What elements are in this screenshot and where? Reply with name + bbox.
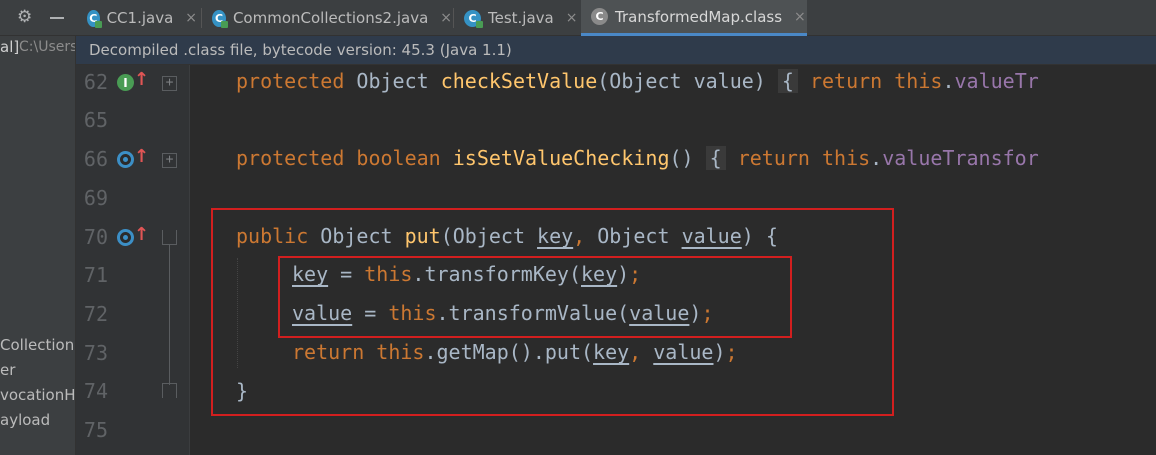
code-token: Object <box>356 69 441 93</box>
code-token: . <box>870 146 883 170</box>
tree-item[interactable]: ayload <box>0 411 50 429</box>
overrides-arrow-icon[interactable]: ↑ <box>134 224 149 245</box>
code-line-62[interactable]: protected Object checkSetValue(Object va… <box>236 69 1039 93</box>
decompiled-banner: Decompiled .class file, bytecode version… <box>76 36 1156 65</box>
code-token: this <box>894 69 943 93</box>
line-number: 72 <box>83 302 108 326</box>
minus-icon[interactable] <box>50 17 64 19</box>
tab-test[interactable]: C Test.java × <box>454 0 580 36</box>
close-icon[interactable]: × <box>794 9 806 25</box>
tab-label: Test.java <box>488 9 554 27</box>
java-class-icon: C <box>212 9 228 28</box>
fold-expand-icon[interactable]: + <box>162 76 177 91</box>
tab-label: CC1.java <box>106 9 174 27</box>
editor-tab-bar: ⚙ C CC1.java × C CommonCollections2.java… <box>0 0 1156 36</box>
fold-collapse-icon[interactable] <box>162 230 177 245</box>
project-panel: al] C:\Users Collections. er vocationH a… <box>0 36 76 455</box>
code-token: valueTransfor <box>882 146 1039 170</box>
overridden-method-icon[interactable] <box>117 151 134 168</box>
close-icon[interactable]: × <box>185 10 197 26</box>
tab-label: CommonCollections2.java <box>232 9 429 27</box>
code-token: () <box>669 146 706 170</box>
folded-brace[interactable]: { <box>777 69 798 93</box>
tree-item[interactable]: Collections. <box>0 336 75 354</box>
class-file-icon: C <box>591 8 608 25</box>
java-class-icon: C <box>87 9 102 28</box>
folded-brace[interactable]: { <box>705 146 726 170</box>
banner-text: Decompiled .class file, bytecode version… <box>89 41 512 59</box>
fold-end-icon[interactable] <box>162 383 177 398</box>
code-token: return <box>797 69 895 93</box>
overrides-arrow-icon[interactable]: ↑ <box>134 69 149 90</box>
editor-gutter: 62 65 66 69 70 71 72 73 74 75 I ↑ + ↑ + … <box>76 65 190 455</box>
fold-expand-icon[interactable]: + <box>162 153 177 168</box>
close-icon[interactable]: × <box>566 10 578 26</box>
line-number: 66 <box>83 147 108 171</box>
line-number: 65 <box>83 108 108 132</box>
code-token: . <box>942 69 955 93</box>
gear-icon[interactable]: ⚙ <box>17 7 32 27</box>
overrides-arrow-icon[interactable]: ↑ <box>134 146 149 167</box>
project-root-path: C:\Users <box>19 39 76 55</box>
tab-cc1[interactable]: C CC1.java × <box>77 0 197 36</box>
java-class-icon: C <box>464 9 483 28</box>
fold-guide <box>169 245 170 385</box>
code-token: isSetValueChecking <box>452 146 670 170</box>
code-token: checkSetValue <box>440 69 598 93</box>
overridden-method-icon[interactable] <box>117 229 134 246</box>
code-token: return <box>725 146 822 170</box>
code-token: this <box>822 146 871 170</box>
line-number: 62 <box>83 70 108 94</box>
code-token: (Object value) <box>597 69 778 93</box>
project-root-label[interactable]: al] <box>0 38 19 56</box>
line-number: 71 <box>83 263 108 287</box>
tool-window-header: ⚙ <box>0 0 76 36</box>
highlight-box-transform-calls <box>278 256 792 338</box>
code-token: protected boolean <box>236 146 453 170</box>
code-token: protected <box>236 69 357 93</box>
tab-commoncollections2[interactable]: C CommonCollections2.java × <box>202 0 452 36</box>
tab-label: TransformedMap.class <box>615 7 783 26</box>
implements-method-icon[interactable]: I <box>117 74 134 91</box>
tab-transformedmap[interactable]: C TransformedMap.class × <box>581 0 807 36</box>
line-number: 73 <box>83 341 108 365</box>
line-number: 69 <box>83 186 108 210</box>
line-number: 75 <box>83 418 108 442</box>
line-number: 74 <box>83 379 108 403</box>
tree-item[interactable]: er <box>0 361 15 379</box>
gutter-divider <box>189 65 190 455</box>
tree-item[interactable]: vocationH <box>0 386 75 404</box>
code-token: valueTr <box>954 69 1039 93</box>
close-icon[interactable]: × <box>440 10 452 26</box>
code-line-66[interactable]: protected boolean isSetValueChecking() {… <box>236 146 1039 170</box>
line-number: 70 <box>83 225 108 249</box>
